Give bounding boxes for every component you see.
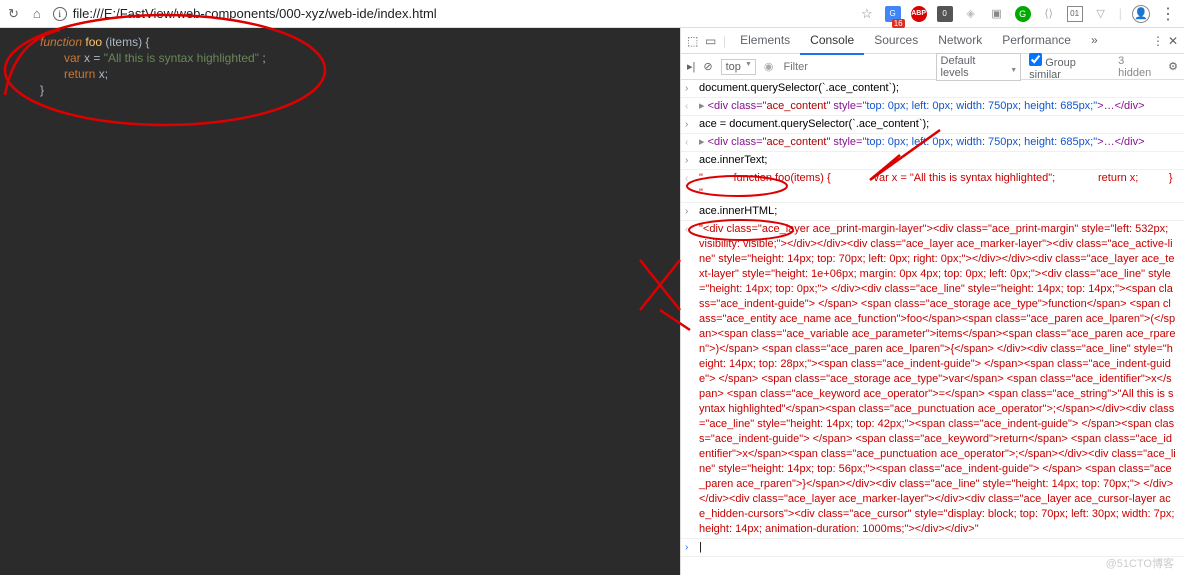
tab-network[interactable]: Network [928, 27, 992, 55]
device-icon[interactable]: ▭ [705, 34, 719, 48]
console-prompt[interactable]: | [699, 541, 702, 553]
tab-console[interactable]: Console [800, 27, 864, 55]
string-literal: "All this is syntax highlighted" [104, 51, 259, 65]
tab-elements[interactable]: Elements [730, 27, 800, 55]
console-output[interactable]: ›document.querySelector(`.ace_content`);… [681, 80, 1184, 575]
ext-icon-3[interactable]: 0 [937, 6, 953, 22]
devtools-panel: ⬚ ▭ | Elements Console Sources Network P… [680, 28, 1184, 575]
grammarly-icon[interactable]: G [1015, 6, 1031, 22]
menu-icon[interactable]: ⋮ [1160, 4, 1176, 24]
params: (items) { [105, 35, 149, 49]
eye-icon[interactable]: ◉ [764, 60, 774, 73]
home-icon[interactable]: ⌂ [33, 6, 41, 21]
url-text: file:///E:/FastView/web-components/000-x… [73, 6, 437, 21]
settings-icon[interactable]: ⚙ [1168, 60, 1178, 73]
tab-more[interactable]: » [1081, 27, 1108, 55]
url-bar[interactable]: i file:///E:/FastView/web-components/000… [53, 6, 849, 21]
devtools-header: ⬚ ▭ | Elements Console Sources Network P… [681, 28, 1184, 54]
function-name: foo [85, 35, 102, 49]
keyword-var: var [64, 51, 81, 65]
code-editor[interactable]: function foo (items) { var x = "All this… [0, 28, 680, 575]
profile-icon[interactable]: 👤 [1132, 5, 1150, 23]
devtools-menu-icon[interactable]: ⋮ [1152, 34, 1164, 48]
reload-icon[interactable]: ↻ [8, 6, 19, 22]
ext-icon-5[interactable]: ▣ [989, 6, 1005, 22]
sidebar-toggle-icon[interactable]: ▸| [687, 60, 695, 73]
ext-icon-8[interactable]: 01 [1067, 6, 1083, 22]
divider: | [1119, 6, 1122, 21]
clear-icon[interactable]: ⊘ [703, 60, 712, 73]
context-dropdown[interactable]: top [721, 59, 756, 75]
watermark: @51CTO博客 [1106, 555, 1174, 571]
ext-icon-9[interactable]: ▽ [1093, 6, 1109, 22]
hidden-count[interactable]: 3 hidden [1118, 55, 1160, 79]
tab-performance[interactable]: Performance [992, 27, 1081, 55]
levels-dropdown[interactable]: Default levels [936, 53, 1022, 81]
ext-icon-1[interactable]: G16 [885, 6, 901, 22]
ext-icon-4[interactable]: ◈ [963, 6, 979, 22]
keyword-return: return [64, 67, 95, 81]
browser-toolbar: ↻ ⌂ i file:///E:/FastView/web-components… [0, 0, 1184, 28]
inspect-icon[interactable]: ⬚ [687, 34, 701, 48]
group-similar-checkbox[interactable]: Group similar [1029, 53, 1110, 81]
console-toolbar: ▸| ⊘ top ◉ Default levels Group similar … [681, 54, 1184, 80]
info-icon[interactable]: i [53, 7, 67, 21]
abp-icon[interactable]: ABP [911, 6, 927, 22]
filter-input[interactable] [782, 59, 928, 75]
tab-sources[interactable]: Sources [864, 27, 928, 55]
keyword-function: function [40, 35, 82, 49]
devtools-close-icon[interactable]: ✕ [1168, 34, 1178, 48]
star-icon[interactable]: ☆ [861, 6, 873, 22]
close-brace: } [16, 82, 664, 98]
ext-icon-7[interactable]: ⟨⟩ [1041, 6, 1057, 22]
